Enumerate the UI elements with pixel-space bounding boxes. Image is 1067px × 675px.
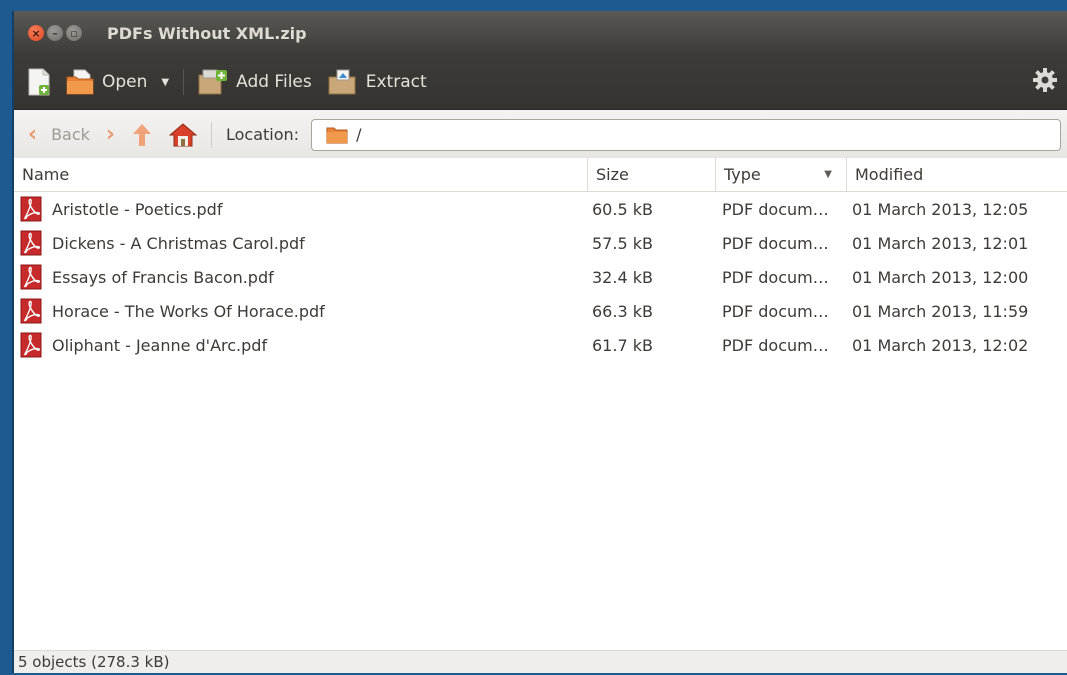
open-dropdown-icon[interactable]: ▼ (161, 77, 169, 88)
extract-icon (328, 69, 356, 95)
file-name-cell: Essays of Francis Bacon.pdf (20, 260, 580, 294)
back-label: Back (51, 125, 90, 144)
archive-manager-window: × – ▫ PDFs Without XML.zip Open ▼ Add Fi… (12, 11, 1067, 673)
file-modified: 01 March 2013, 11:59 (852, 301, 1029, 321)
file-row[interactable]: Essays of Francis Bacon.pdf 32.4 kB PDF … (14, 260, 1067, 294)
file-name: Horace - The Works Of Horace.pdf (52, 301, 325, 321)
minimize-button[interactable]: – (47, 25, 63, 41)
forward-button[interactable]: › (98, 122, 123, 147)
column-size[interactable]: Size (588, 158, 716, 191)
column-header: Name Size Type ▼ Modified (14, 158, 1067, 192)
file-name-cell: Oliphant - Jeanne d'Arc.pdf (20, 328, 580, 362)
file-type: PDF docum… (722, 233, 829, 253)
file-type: PDF docum… (722, 199, 829, 219)
chevron-left-icon: ‹ (28, 122, 38, 147)
arrow-up-icon (133, 123, 151, 146)
file-size: 61.7 kB (592, 335, 653, 355)
close-button[interactable]: × (28, 25, 44, 41)
file-size: 32.4 kB (592, 267, 653, 287)
pdf-icon (20, 332, 42, 358)
window-title: PDFs Without XML.zip (107, 23, 307, 43)
file-row[interactable]: Oliphant - Jeanne d'Arc.pdf 61.7 kB PDF … (14, 328, 1067, 362)
file-row[interactable]: Horace - The Works Of Horace.pdf 66.3 kB… (14, 294, 1067, 328)
column-size-label: Size (596, 165, 629, 184)
home-button[interactable] (161, 122, 205, 148)
extract-label: Extract (365, 72, 427, 92)
home-icon (169, 122, 197, 146)
pdf-icon (20, 230, 42, 256)
new-document-icon (28, 68, 50, 96)
file-size: 66.3 kB (592, 301, 653, 321)
add-files-icon (198, 69, 228, 95)
file-size: 57.5 kB (592, 233, 653, 253)
pdf-icon (20, 264, 42, 290)
file-modified: 01 March 2013, 12:00 (852, 267, 1029, 287)
file-modified: 01 March 2013, 12:02 (852, 335, 1029, 355)
open-button[interactable]: Open ▼ (58, 55, 177, 109)
add-files-button[interactable]: Add Files (190, 55, 320, 109)
file-name-cell: Horace - The Works Of Horace.pdf (20, 294, 580, 328)
add-files-label: Add Files (236, 72, 312, 92)
file-name: Essays of Francis Bacon.pdf (52, 267, 274, 287)
file-name-cell: Dickens - A Christmas Carol.pdf (20, 226, 580, 260)
file-name-cell: Aristotle - Poetics.pdf (20, 192, 580, 226)
location-label: Location: (226, 125, 300, 144)
toolbar-separator (183, 69, 185, 95)
file-type: PDF docum… (722, 267, 829, 287)
column-type[interactable]: Type ▼ (716, 158, 847, 191)
file-size: 60.5 kB (592, 199, 653, 219)
back-button[interactable]: ‹ Back (14, 122, 98, 147)
folder-icon (326, 127, 348, 143)
location-input[interactable]: / (311, 118, 1061, 151)
file-row[interactable]: Aristotle - Poetics.pdf 60.5 kB PDF docu… (14, 192, 1067, 226)
title-bar: × – ▫ PDFs Without XML.zip (14, 11, 1067, 55)
file-name: Dickens - A Christmas Carol.pdf (52, 233, 305, 253)
file-list: Aristotle - Poetics.pdf 60.5 kB PDF docu… (14, 192, 1067, 362)
file-modified: 01 March 2013, 12:05 (852, 199, 1029, 219)
location-separator (211, 121, 212, 148)
gear-icon (1033, 67, 1057, 92)
open-label: Open (102, 72, 148, 92)
file-name: Aristotle - Poetics.pdf (52, 199, 223, 219)
settings-button[interactable] (1033, 67, 1057, 97)
location-bar: ‹ Back › Location: / (14, 110, 1067, 160)
column-modified-label: Modified (855, 165, 924, 184)
window-controls: × – ▫ (28, 25, 85, 41)
file-type: PDF docum… (722, 301, 829, 321)
file-row[interactable]: Dickens - A Christmas Carol.pdf 57.5 kB … (14, 226, 1067, 260)
toolbar: Open ▼ Add Files Extract (14, 55, 1067, 110)
extract-button[interactable]: Extract (320, 55, 435, 109)
file-name: Oliphant - Jeanne d'Arc.pdf (52, 335, 268, 355)
location-path: / (356, 125, 362, 144)
pdf-icon (20, 298, 42, 324)
column-name[interactable]: Name (14, 158, 588, 191)
sort-arrow-icon: ▼ (824, 169, 832, 180)
up-button[interactable] (123, 122, 161, 148)
status-text: 5 objects (278.3 kB) (18, 653, 170, 671)
new-archive-button[interactable] (14, 55, 58, 109)
pdf-icon (20, 196, 42, 222)
chevron-right-icon: › (105, 122, 115, 147)
status-bar: 5 objects (278.3 kB) (14, 650, 1067, 673)
file-type: PDF docum… (722, 335, 829, 355)
open-folder-icon (66, 69, 94, 95)
file-modified: 01 March 2013, 12:01 (852, 233, 1029, 253)
column-type-label: Type (724, 165, 761, 184)
column-modified[interactable]: Modified (847, 158, 1067, 191)
maximize-button[interactable]: ▫ (66, 25, 82, 41)
column-name-label: Name (22, 165, 70, 184)
